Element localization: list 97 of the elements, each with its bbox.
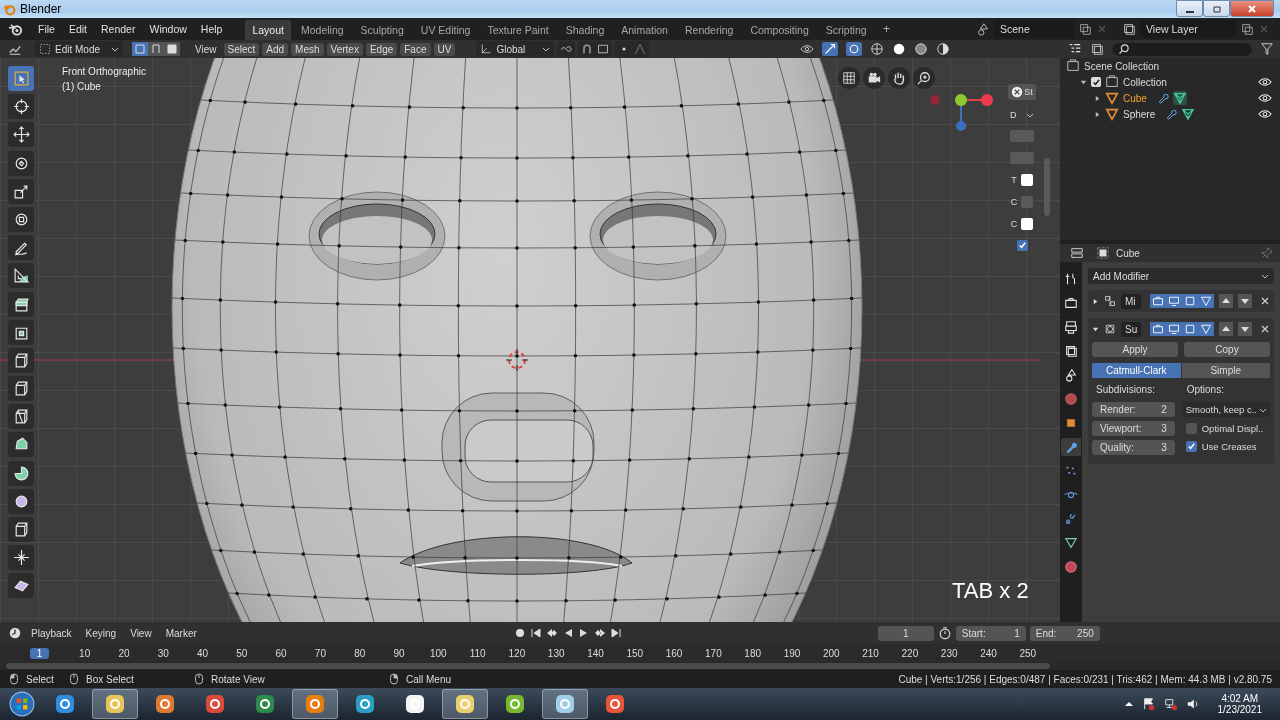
- workspace-tab[interactable]: UV Editing: [413, 20, 478, 40]
- frame-number[interactable]: 60: [261, 647, 301, 659]
- apply-button[interactable]: Apply: [1092, 342, 1178, 357]
- frame-number[interactable]: 240: [968, 647, 1009, 659]
- add-modifier-dropdown[interactable]: Add Modifier: [1088, 268, 1274, 284]
- menu-item[interactable]: File: [31, 23, 62, 35]
- object-name: Cube: [1116, 247, 1140, 259]
- current-frame-field[interactable]: 1: [877, 625, 934, 641]
- frame-number[interactable]: 90: [379, 647, 419, 659]
- outliner-item[interactable]: Scene Collection: [1084, 60, 1160, 72]
- caption-text: TAB x 2: [952, 578, 1029, 604]
- frame-number[interactable]: 220: [890, 647, 930, 659]
- menu-item[interactable]: Edge: [365, 42, 398, 56]
- number-field[interactable]: Viewport: 3: [1092, 421, 1175, 436]
- menu-item[interactable]: Edit: [61, 23, 94, 35]
- panel-label: T: [1011, 175, 1017, 185]
- frame-number[interactable]: 1: [30, 647, 49, 659]
- menu-item[interactable]: Mesh: [291, 42, 324, 56]
- panel-button[interactable]: St: [1008, 84, 1036, 100]
- frame-number[interactable]: 160: [654, 647, 694, 659]
- frame-number[interactable]: 210: [850, 647, 891, 659]
- frame-number[interactable]: 40: [182, 647, 223, 659]
- scene-field[interactable]: Scene: [994, 20, 1074, 38]
- copy-button[interactable]: Copy: [1184, 342, 1270, 357]
- menu-item[interactable]: UV: [433, 42, 456, 56]
- frame-number[interactable]: 150: [615, 647, 655, 659]
- modifier-name-field[interactable]: Su: [1121, 321, 1141, 337]
- frame-number[interactable]: 230: [929, 647, 969, 659]
- menu-item[interactable]: Window: [142, 23, 194, 35]
- status-hint: Call Menu: [406, 673, 452, 685]
- checkbox-label: Use Creases: [1201, 440, 1257, 452]
- checkbox-label: Optimal Displ..: [1201, 422, 1264, 434]
- workspace-tab[interactable]: Animation: [614, 20, 675, 40]
- status-hint: Select: [26, 673, 54, 685]
- scene-statistics: Cube | Verts:1/256 | Edges:0/487 | Faces:0/231 | Tris:462 | Mem: 44.3 MB | v2.80.75: [898, 673, 1272, 685]
- outliner-item[interactable]: Cube: [1123, 92, 1147, 104]
- menu-item[interactable]: Add: [262, 42, 289, 56]
- object-name: (1) Cube: [62, 81, 102, 92]
- frame-number[interactable]: 180: [733, 647, 773, 659]
- view-layer-field[interactable]: View Layer: [1140, 20, 1236, 38]
- orientation-dropdown[interactable]: Global: [476, 41, 555, 57]
- workspace-tab[interactable]: Sculpting: [353, 20, 411, 40]
- menu-item[interactable]: Select: [223, 42, 260, 56]
- window-title: Blender: [20, 2, 62, 16]
- section-label: Options:: [1185, 384, 1225, 397]
- end-frame-field[interactable]: End: 250: [1029, 625, 1100, 641]
- frame-number[interactable]: 80: [340, 647, 380, 659]
- outliner-item[interactable]: Sphere: [1123, 108, 1156, 120]
- frame-number[interactable]: 130: [536, 647, 576, 659]
- menu-item[interactable]: Marker: [160, 627, 202, 639]
- workspace-tab[interactable]: Layout: [245, 20, 291, 40]
- panel-label: C: [1010, 219, 1018, 229]
- clock-date[interactable]: 1/23/2021: [1217, 704, 1262, 715]
- status-hint: Box Select: [86, 673, 134, 685]
- workspace-tab[interactable]: Texture Paint: [480, 20, 556, 40]
- frame-number[interactable]: 50: [222, 647, 262, 659]
- menu-item[interactable]: Render: [94, 23, 143, 35]
- frame-number[interactable]: 190: [772, 647, 812, 659]
- frame-number[interactable]: 20: [104, 647, 144, 659]
- menu-item[interactable]: Keying: [80, 627, 122, 639]
- clock-time[interactable]: 4:02 AM: [1221, 693, 1259, 704]
- panel-label: C: [1010, 197, 1018, 207]
- frame-number[interactable]: 110: [457, 647, 498, 659]
- menu-item[interactable]: Help: [193, 23, 230, 35]
- number-field[interactable]: Quality: 3: [1092, 440, 1175, 455]
- section-label: Subdivisions:: [1095, 384, 1156, 397]
- mode-dropdown[interactable]: Edit Mode: [35, 41, 123, 57]
- workspace-tab[interactable]: Scripting: [818, 20, 874, 40]
- menu-item[interactable]: Playback: [26, 627, 77, 639]
- frame-number[interactable]: 100: [418, 647, 458, 659]
- start-frame-field[interactable]: Start: 1: [955, 625, 1026, 641]
- frame-number[interactable]: 140: [575, 647, 616, 659]
- viewport-grid[interactable]: Front Orthographic (1) Cube St D T C C TAB x 2: [0, 58, 1060, 622]
- frame-number[interactable]: 170: [693, 647, 734, 659]
- outliner-item[interactable]: Collection: [1123, 76, 1167, 88]
- panel-dropdown[interactable]: D: [1010, 110, 1034, 120]
- workspace-tab[interactable]: Compositing: [743, 20, 816, 40]
- add-workspace-button[interactable]: +: [876, 20, 897, 40]
- modifier-name-field[interactable]: Mi: [1121, 293, 1141, 309]
- frame-number[interactable]: 70: [300, 647, 341, 659]
- algorithm-tab[interactable]: Simple: [1181, 363, 1270, 378]
- frame-number[interactable]: 10: [65, 647, 105, 659]
- workspace-tab[interactable]: Rendering: [677, 20, 741, 40]
- status-hint: Rotate View: [211, 673, 265, 685]
- menu-item[interactable]: Vertex: [326, 42, 363, 56]
- algorithm-tab[interactable]: Catmull-Clark: [1092, 363, 1181, 378]
- frame-number[interactable]: 120: [497, 647, 537, 659]
- workspace-tab[interactable]: Modeling: [293, 20, 351, 40]
- frame-number[interactable]: 250: [1008, 647, 1048, 659]
- frame-number[interactable]: 30: [143, 647, 183, 659]
- menu-item[interactable]: Face: [400, 42, 431, 56]
- view-name: Front Orthographic: [62, 66, 146, 77]
- uv-smooth-dropdown[interactable]: Smooth, keep c..: [1182, 402, 1270, 417]
- workspace-tab[interactable]: Shading: [558, 20, 612, 40]
- frame-number[interactable]: 200: [811, 647, 851, 659]
- menu-item[interactable]: View: [125, 627, 157, 639]
- number-field[interactable]: Render: 2: [1092, 402, 1175, 417]
